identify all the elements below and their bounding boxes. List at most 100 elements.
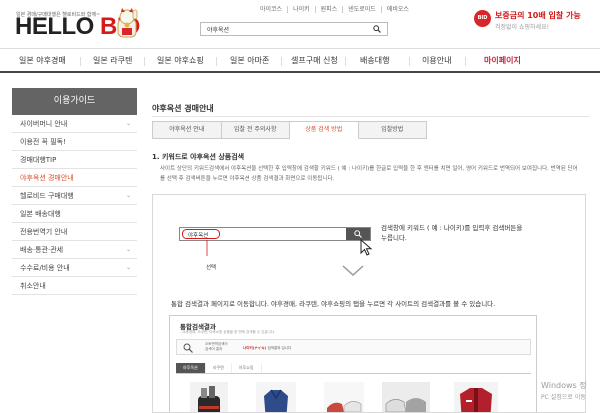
sidebar-item-label: 수수료/비용 안내 <box>20 264 70 272</box>
sidebar-item-must-read[interactable]: 이용전 꼭 필독! <box>12 133 137 151</box>
demo-search-value: 야후옥션 <box>188 233 209 239</box>
bid-promo-banner[interactable]: BID 보증금의 10배 입찰 가능 걱정없이 쇼핑하세요! <box>474 9 590 37</box>
nav-item-rakuten[interactable]: 일본 라쿠텐 <box>93 55 132 66</box>
sidebar-item-label: 전용번역기 안내 <box>20 228 68 236</box>
result-tab-rakuten: 라쿠텐 <box>206 363 232 373</box>
tab-yahoo-auction-intro[interactable]: 야후옥션 안내 <box>152 121 222 139</box>
nav-divider <box>409 57 410 66</box>
nav-item-yahoo-shopping[interactable]: 일본 야후쇼핑 <box>157 55 204 66</box>
sidebar: 이용가이드 사이버머니 안내 ⌄ 이용전 꼭 필독! 경매대행TIP 야후옥션 경… <box>12 88 137 295</box>
promo-subline: 걱정없이 쇼핑하세요! <box>495 24 549 31</box>
sidebar-item-label: 경매대행TIP <box>20 156 57 164</box>
product-thumbnail-jacket <box>256 382 296 412</box>
windows-activation-watermark: Windows 정 <box>541 381 587 390</box>
sidebar-item-label: 일본 배송대행 <box>20 210 61 218</box>
sidebar-item-label: 이용전 꼭 필독! <box>20 138 66 146</box>
site-header: 일본 경매/구매대행은 헬로비드와 함께~ HELLO BID 아이코스 나이키… <box>0 0 600 44</box>
top-link[interactable]: 나이키 <box>287 6 315 13</box>
lucky-cat-icon <box>117 8 138 38</box>
nav-item-yahoo-auction[interactable]: 일본 야후경매 <box>19 55 66 66</box>
nav-divider <box>345 57 346 66</box>
tab-bid-precautions[interactable]: 입찰 전 주의사항 <box>221 121 290 139</box>
product-thumbnail-tracksuit <box>454 382 498 412</box>
result-tabs-divider <box>176 373 531 374</box>
top-link[interactable]: 아이코스 <box>255 6 287 13</box>
product-thumbnail-golf-clubs <box>190 382 228 412</box>
sidebar-item-translator[interactable]: 전용번역기 안내 <box>12 223 137 241</box>
section-heading: 1. 키워드로 야후옥션 상품검색 <box>152 153 245 161</box>
nav-divider <box>144 57 145 66</box>
nav-divider <box>216 57 217 66</box>
result-preview-tabs: 야후옥션 라쿠텐 야후쇼핑 <box>176 363 262 373</box>
result-caption: 통합 검색결과 페이지로 이동합니다. 야후경매, 라쿠텐, 야후쇼핑의 탭을 … <box>171 300 496 308</box>
promo-headline: 보증금의 10배 입찰 가능 <box>495 11 581 20</box>
bid-badge: BID <box>474 10 491 27</box>
chevron-down-icon: ⌄ <box>125 246 131 253</box>
chevron-down-icon <box>342 265 364 277</box>
product-thumbnail-shoes <box>324 382 364 412</box>
search-icon <box>373 25 381 33</box>
product-thumbnail-shoes-2 <box>382 382 430 412</box>
search-result-preview: 통합검색결과 - 야후경매, 라쿠텐, 야후쇼핑 상품을 한 번에 검색할 수 … <box>169 315 537 412</box>
nav-item-self-purchase[interactable]: 셀프구매 신청 <box>291 55 338 66</box>
top-link[interactable]: 에비오스 <box>380 6 414 13</box>
tab-product-search[interactable]: 상품 검색 방법 <box>290 121 359 139</box>
result-tab-yahoo-auction: 야후옥션 <box>176 363 206 373</box>
nav-item-mypage[interactable]: 마이페이지 <box>484 55 521 66</box>
page-title: 야후옥션 경매안내 <box>152 104 214 113</box>
result-preview-desc: - 야후경매, 라쿠텐, 야후쇼핑 상품을 한 번에 검색할 수 있습니다. <box>180 330 276 334</box>
nav-item-amazon[interactable]: 일본 아마존 <box>230 55 269 66</box>
demo-instruction: 검색창에 키워드 ( 예 : 나이키)를 입력후 검색버튼을 누릅니다. <box>381 223 522 243</box>
result-preview-labels: 오토번역검색어 검색어 결과 <box>205 342 228 352</box>
result-suffix: 검색결과 입니다 <box>266 346 292 350</box>
sidebar-item-label: 야후옥션 경매안내 <box>20 174 74 182</box>
top-link[interactable]: 원피스 <box>314 6 343 13</box>
demo-instruction-line1: 검색창에 키워드 ( 예 : 나이키)를 입력후 검색버튼을 <box>381 224 523 232</box>
nav-divider <box>80 57 81 66</box>
search-icon <box>354 230 362 238</box>
result-keyword: 나이키(ナイキ) <box>243 346 267 350</box>
sidebar-item-yahoo-auction-guide[interactable]: 야후옥션 경매안내 <box>12 169 137 187</box>
top-link[interactable]: 넨도로이드 <box>342 6 381 13</box>
tab-bid-method[interactable]: 입찰방법 <box>358 121 427 139</box>
title-divider <box>152 116 590 117</box>
result-preview-label1: 오토번역검색어 <box>205 342 228 346</box>
search-button[interactable] <box>367 23 387 35</box>
result-tab-yahoo-shopping: 야후쇼핑 <box>232 363 262 373</box>
guide-tabs: 야후옥션 안내 입찰 전 주의사항 상품 검색 방법 입찰방법 <box>152 121 427 139</box>
search-input[interactable] <box>207 24 357 35</box>
result-preview-keyword: 나이키(ナイキ) 검색결과 입니다 <box>243 346 291 351</box>
sidebar-item-cyber-money[interactable]: 사이버머니 안내 ⌄ <box>12 115 137 133</box>
sidebar-item-auction-tip[interactable]: 경매대행TIP <box>12 151 137 169</box>
nav-divider <box>281 57 282 66</box>
chevron-down-icon: ⌄ <box>125 192 131 199</box>
sidebar-item-customs[interactable]: 배송·통관·관세 ⌄ <box>12 241 137 259</box>
search-icon <box>183 343 193 353</box>
sidebar-item-fees[interactable]: 수수료/비용 안내 ⌄ <box>12 259 137 277</box>
demo-search-box: 야후옥션 <box>179 227 371 241</box>
chevron-down-icon: ⌄ <box>125 264 131 271</box>
select-marker: 선택 <box>206 265 217 271</box>
result-preview-search: 오토번역검색어 검색어 결과 나이키(ナイキ) 검색결과 입니다 <box>176 339 531 355</box>
sidebar-item-purchase-agent[interactable]: 헬로비드 구매대행 ⌄ <box>12 187 137 205</box>
main-nav: 일본 야후경매 일본 라쿠텐 일본 야후쇼핑 일본 아마존 셀프구매 신청 배송… <box>0 48 600 73</box>
sidebar-title: 이용가이드 <box>12 88 137 115</box>
guide-illustration: 야후옥션 검색창에 키워드 ( 예 : 나이키)를 입력후 검색버튼을 누릅니다.… <box>152 194 586 413</box>
logo-hello: HELLO <box>15 13 100 40</box>
sidebar-item-label: 헬로비드 구매대행 <box>20 192 74 200</box>
header-search <box>200 22 388 36</box>
result-preview-label2: 검색어 결과 <box>205 347 223 351</box>
sidebar-item-label: 취소안내 <box>20 282 46 290</box>
mouse-cursor-icon <box>360 239 373 256</box>
chevron-down-icon: ⌄ <box>125 120 131 127</box>
sidebar-item-cancel[interactable]: 취소안내 <box>12 277 137 295</box>
top-keyword-links: 아이코스 나이키 원피스 넨도로이드 에비오스 <box>255 6 414 13</box>
nav-item-shipping[interactable]: 배송대행 <box>360 55 389 66</box>
windows-activation-watermark-sub: PC 설정으로 이동 <box>541 394 586 401</box>
nav-divider <box>465 57 466 66</box>
section-description: 사이트 상단의 키워드검색에서 야후옥션을 선택한 후 입력창에 검색할 키워드… <box>160 166 578 182</box>
sidebar-item-label: 사이버머니 안내 <box>20 120 68 128</box>
nav-item-guide[interactable]: 이용안내 <box>422 55 451 66</box>
sidebar-item-shipping-agent[interactable]: 일본 배송대행 <box>12 205 137 223</box>
sidebar-item-label: 배송·통관·관세 <box>20 246 64 254</box>
